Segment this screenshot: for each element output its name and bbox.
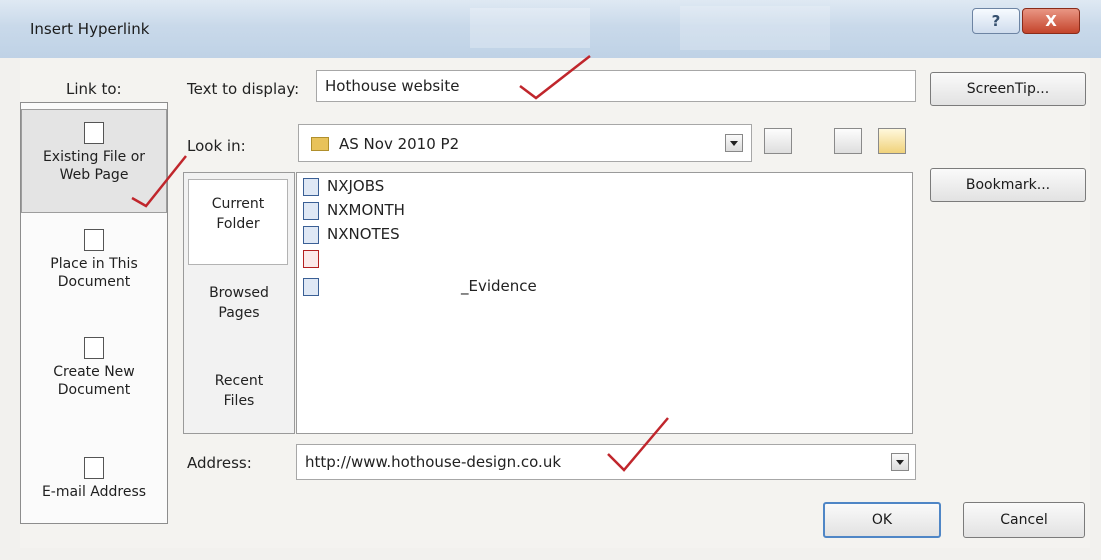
file-item[interactable]: _Evidence [303,277,537,299]
look-in-label: Look in: [187,137,246,155]
nav-item-label: Files [223,393,255,409]
cancel-button[interactable]: Cancel [963,502,1085,538]
link-to-place-in-this-document[interactable]: Place in This Document [21,229,167,325]
text-to-display-value: Hothouse website [325,77,460,95]
file-name: NXNOTES [327,225,400,243]
link-to-item-label: Create New [53,364,135,380]
nav-item-label: Current [211,196,265,212]
link-to-email-address[interactable]: E-mail Address [21,457,167,513]
text-to-display-input[interactable]: Hothouse website [316,70,916,102]
window-title-bar[interactable]: Insert Hyperlink ? X [0,0,1101,58]
look-in-value: AS Nov 2010 P2 [339,135,460,153]
address-value: http://www.hothouse-design.co.uk [305,453,562,471]
insert-hyperlink-dialog: Insert Hyperlink ? X Link to: Existing F… [0,0,1101,560]
file-name: _Evidence [461,277,537,295]
bookmark-doc-icon [84,229,104,251]
email-icon [84,457,104,479]
nav-item-label: Browsed [209,285,269,301]
file-list: NXJOBS NXMONTH NXNOTES _Evidence [296,172,913,434]
document-icon [303,225,319,244]
annotation-tick-mark [607,417,669,472]
bookmark-button[interactable]: Bookmark... [930,168,1086,202]
annotation-tick-mark [131,155,187,208]
close-button[interactable]: X [1022,8,1080,34]
document-icon [303,277,319,296]
file-item[interactable] [303,249,327,271]
chevron-down-icon[interactable] [725,134,743,152]
help-icon: ? [991,12,1001,30]
help-button[interactable]: ? [972,8,1020,34]
file-item[interactable]: NXMONTH [303,201,405,223]
chevron-down-icon[interactable] [891,453,909,471]
nav-current-folder[interactable]: Current Folder [188,179,288,265]
file-item[interactable]: NXNOTES [303,225,400,247]
nav-item-label: Recent [214,373,264,389]
ok-button[interactable]: OK [823,502,941,538]
look-in-select[interactable]: AS Nov 2010 P2 [298,124,752,162]
link-to-label: Link to: [66,80,122,98]
close-icon: X [1045,12,1057,30]
document-icon [303,201,319,220]
new-doc-icon [84,337,104,359]
document-icon [303,177,319,196]
browse-file-button[interactable] [878,128,906,154]
browse-web-button[interactable] [834,128,862,154]
text-to-display-label: Text to display: [187,80,300,98]
folder-icon [311,137,329,151]
screentip-button[interactable]: ScreenTip... [930,72,1086,106]
link-to-item-label: E-mail Address [41,484,147,500]
pdf-icon [303,249,319,268]
web-page-icon [84,122,104,144]
title-bar-glass [470,8,590,48]
link-to-item-label: Document [57,382,131,398]
window-title: Insert Hyperlink [30,20,150,38]
link-to-item-label: Place in This [50,256,138,272]
browse-category-panel: Current Folder Browsed Pages Recent File… [183,172,295,434]
link-to-create-new-document[interactable]: Create New Document [21,337,167,433]
nav-item-label: Pages [218,305,260,321]
nav-item-label: Folder [216,216,260,232]
annotation-tick-mark [519,55,591,100]
file-name: NXMONTH [327,201,405,219]
link-to-item-label: Document [57,274,131,290]
title-bar-glass [680,6,830,50]
nav-browsed-pages[interactable]: Browsed Pages [184,283,294,323]
address-label: Address: [187,454,252,472]
up-one-folder-button[interactable] [764,128,792,154]
nav-recent-files[interactable]: Recent Files [184,371,294,411]
file-item[interactable]: NXJOBS [303,177,384,199]
file-name: NXJOBS [327,177,385,195]
